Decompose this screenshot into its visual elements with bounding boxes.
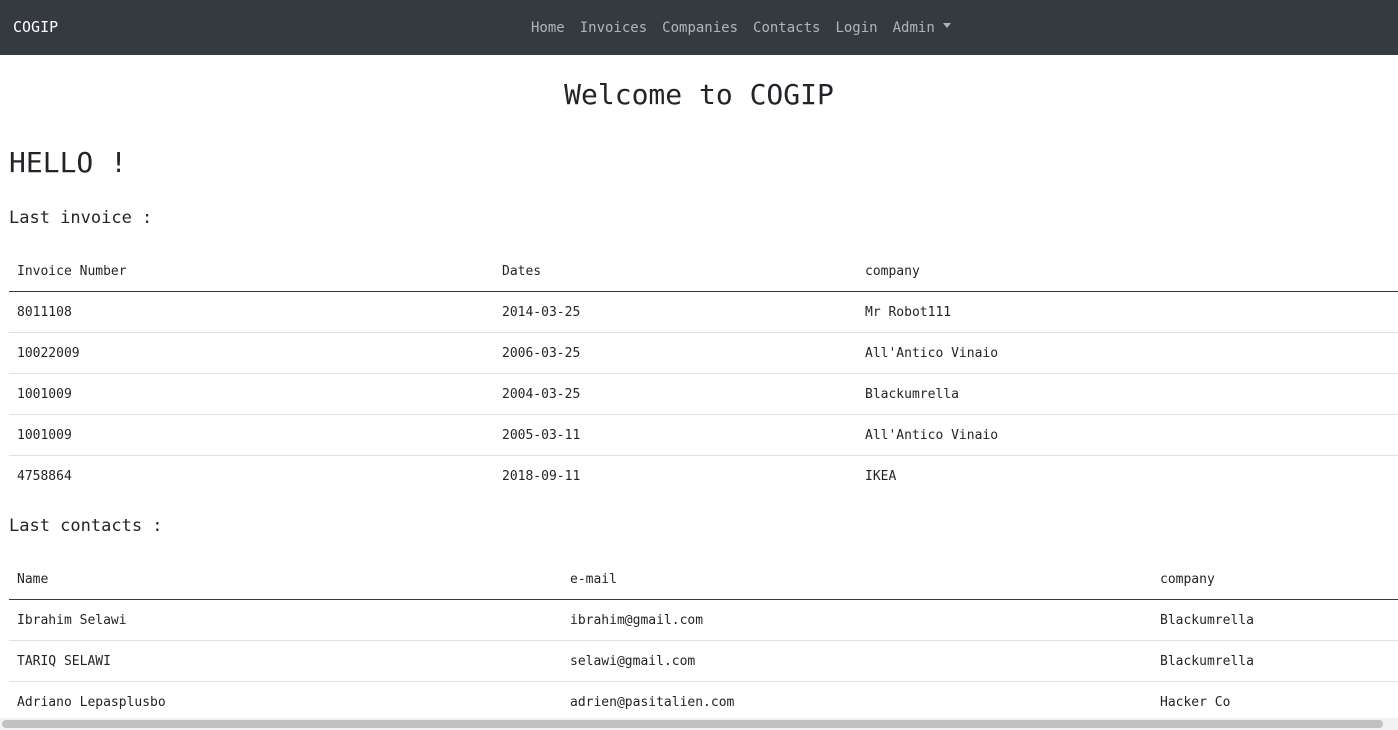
contact-company-cell: Blackumrella: [1152, 599, 1398, 641]
nav-dropdown-admin[interactable]: Admin: [893, 20, 951, 36]
invoice-company-cell: IKEA: [857, 455, 1398, 496]
invoice-date-cell: 2005-03-11: [494, 414, 857, 456]
column-header-company: company: [1152, 559, 1398, 600]
table-row: 8011108 2014-03-25 Mr Robot111: [9, 291, 1398, 333]
column-header-name: Name: [9, 559, 562, 600]
contact-company-cell: Blackumrella: [1152, 640, 1398, 682]
invoices-table: Invoice Number Dates company 8011108 201…: [9, 251, 1398, 496]
nav-link-companies[interactable]: Companies: [662, 20, 738, 36]
invoice-date-cell: 2006-03-25: [494, 332, 857, 374]
nav-links: Home Invoices Companies Contacts Login A…: [531, 0, 951, 55]
column-header-company: company: [857, 251, 1398, 292]
nav-dropdown-admin-label: Admin: [892, 19, 935, 36]
invoice-number-cell: 10022009: [9, 332, 494, 374]
invoice-number-cell: 4758864: [9, 455, 494, 496]
column-header-invoice-number: Invoice Number: [9, 251, 494, 292]
invoices-header-row: Invoice Number Dates company: [9, 251, 1398, 292]
invoice-number-cell: 1001009: [9, 373, 494, 415]
invoice-company-cell: All'Antico Vinaio: [857, 332, 1398, 374]
column-header-email: e-mail: [562, 559, 1152, 600]
contact-email-cell: adrien@pasitalien.com: [562, 681, 1152, 722]
nav-link-login[interactable]: Login: [835, 20, 877, 36]
table-row: 4758864 2018-09-11 IKEA: [9, 455, 1398, 496]
contacts-section-title: Last contacts :: [9, 516, 163, 536]
contact-email-cell: ibrahim@gmail.com: [562, 599, 1152, 641]
horizontal-scrollbar-thumb[interactable]: [2, 720, 1383, 728]
invoices-section-title: Last invoice :: [9, 208, 153, 228]
contact-name-cell: Ibrahim Selawi: [9, 599, 562, 641]
caret-down-icon: [942, 23, 951, 28]
column-header-dates: Dates: [494, 251, 857, 292]
invoice-number-cell: 8011108: [9, 291, 494, 333]
contacts-table: Name e-mail company Ibrahim Selawi ibrah…: [9, 559, 1398, 722]
page-title: Welcome to COGIP: [564, 78, 834, 111]
table-row: 1001009 2004-03-25 Blackumrella: [9, 373, 1398, 415]
navbar: COGIP Home Invoices Companies Contacts L…: [0, 0, 1398, 55]
contact-name-cell: Adriano Lepasplusbo: [9, 681, 562, 722]
invoice-date-cell: 2018-09-11: [494, 455, 857, 496]
table-row: 10022009 2006-03-25 All'Antico Vinaio: [9, 332, 1398, 374]
invoice-number-cell: 1001009: [9, 414, 494, 456]
table-row: TARIQ SELAWI selawi@gmail.com Blackumrel…: [9, 640, 1398, 682]
table-row: Adriano Lepasplusbo adrien@pasitalien.co…: [9, 681, 1398, 722]
table-row: Ibrahim Selawi ibrahim@gmail.com Blackum…: [9, 599, 1398, 641]
greeting-heading: HELLO !: [9, 146, 128, 179]
invoice-company-cell: All'Antico Vinaio: [857, 414, 1398, 456]
invoice-date-cell: 2004-03-25: [494, 373, 857, 415]
contact-email-cell: selawi@gmail.com: [562, 640, 1152, 682]
nav-link-contacts[interactable]: Contacts: [753, 20, 820, 36]
nav-link-home[interactable]: Home: [531, 20, 565, 36]
brand-link[interactable]: COGIP: [13, 0, 58, 55]
table-row: 1001009 2005-03-11 All'Antico Vinaio: [9, 414, 1398, 456]
contact-name-cell: TARIQ SELAWI: [9, 640, 562, 682]
nav-link-invoices[interactable]: Invoices: [580, 20, 647, 36]
invoice-date-cell: 2014-03-25: [494, 291, 857, 333]
contacts-header-row: Name e-mail company: [9, 559, 1398, 600]
invoice-company-cell: Blackumrella: [857, 373, 1398, 415]
contact-company-cell: Hacker Co: [1152, 681, 1398, 722]
invoice-company-cell: Mr Robot111: [857, 291, 1398, 333]
